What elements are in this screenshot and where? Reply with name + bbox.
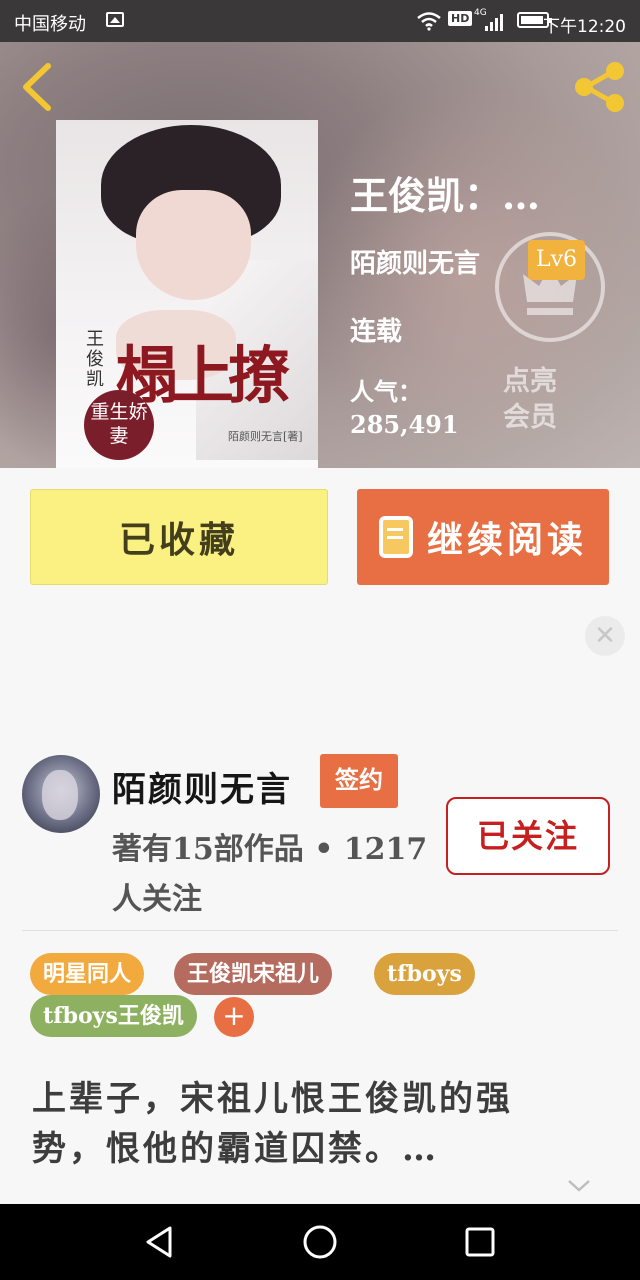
tag-chip[interactable]: tfboys王俊凯: [30, 995, 197, 1037]
back-icon[interactable]: [18, 62, 58, 112]
book-status: 连载: [350, 317, 403, 347]
status-bar: 中国移动 HD 4G 下午12:20: [0, 0, 640, 42]
continue-reading-button[interactable]: 继续阅读: [357, 489, 609, 585]
synopsis: 上辈子，宋祖儿恨王俊凯的强势，恨他的霸道囚禁。…: [32, 1079, 513, 1169]
cover-badge: 重生娇妻: [84, 390, 154, 460]
chevron-down-icon[interactable]: [566, 1172, 592, 1198]
share-icon[interactable]: [572, 60, 628, 114]
carrier-label: 中国移动: [14, 14, 86, 35]
popularity-label: 人气：: [350, 377, 422, 406]
author-name[interactable]: 陌颜则无言: [112, 762, 292, 811]
continue-reading-label: 继续阅读: [426, 519, 587, 561]
divider: [22, 930, 618, 931]
signed-badge: 签约: [320, 754, 398, 808]
book-cover[interactable]: 王俊凯 榻上撩 重生娇妻 陌颜则无言[著]: [56, 120, 318, 468]
image-notification-icon: [106, 12, 124, 27]
book-icon: [378, 516, 413, 558]
nav-home-icon[interactable]: [302, 1224, 338, 1260]
tag-chip[interactable]: 明星同人: [30, 953, 145, 995]
cover-author: 陌颜则无言[著]: [228, 430, 303, 443]
collect-button[interactable]: 已收藏: [30, 489, 328, 585]
level-badge: Lv6: [528, 240, 586, 280]
author-works-summary: 著有15部作品 • 1217人关注: [112, 832, 428, 917]
close-icon[interactable]: ✕: [585, 616, 625, 656]
cover-subtitle: 王俊凯: [86, 329, 104, 390]
tag-chip[interactable]: tfboys: [374, 953, 475, 995]
avatar[interactable]: [22, 755, 100, 833]
wifi-icon: [417, 12, 441, 31]
nav-recents-icon[interactable]: [464, 1226, 496, 1258]
clock: 下午12:20: [543, 17, 626, 37]
member-label[interactable]: 点亮会员: [503, 364, 583, 436]
follow-button[interactable]: 已关注: [446, 797, 610, 875]
tag-chip[interactable]: 王俊凯宋祖儿: [174, 953, 333, 995]
book-title: 王俊凯：…: [350, 173, 541, 218]
popularity-value: 285,491: [350, 410, 459, 439]
add-tag-button[interactable]: +: [214, 997, 254, 1037]
hd-icon: HD: [448, 11, 473, 26]
collect-label: 已收藏: [118, 519, 239, 561]
signal-icon: [485, 14, 503, 31]
book-author[interactable]: 陌颜则无言: [350, 243, 480, 280]
nav-back-icon[interactable]: [144, 1224, 176, 1260]
system-nav-bar: [0, 1204, 640, 1280]
